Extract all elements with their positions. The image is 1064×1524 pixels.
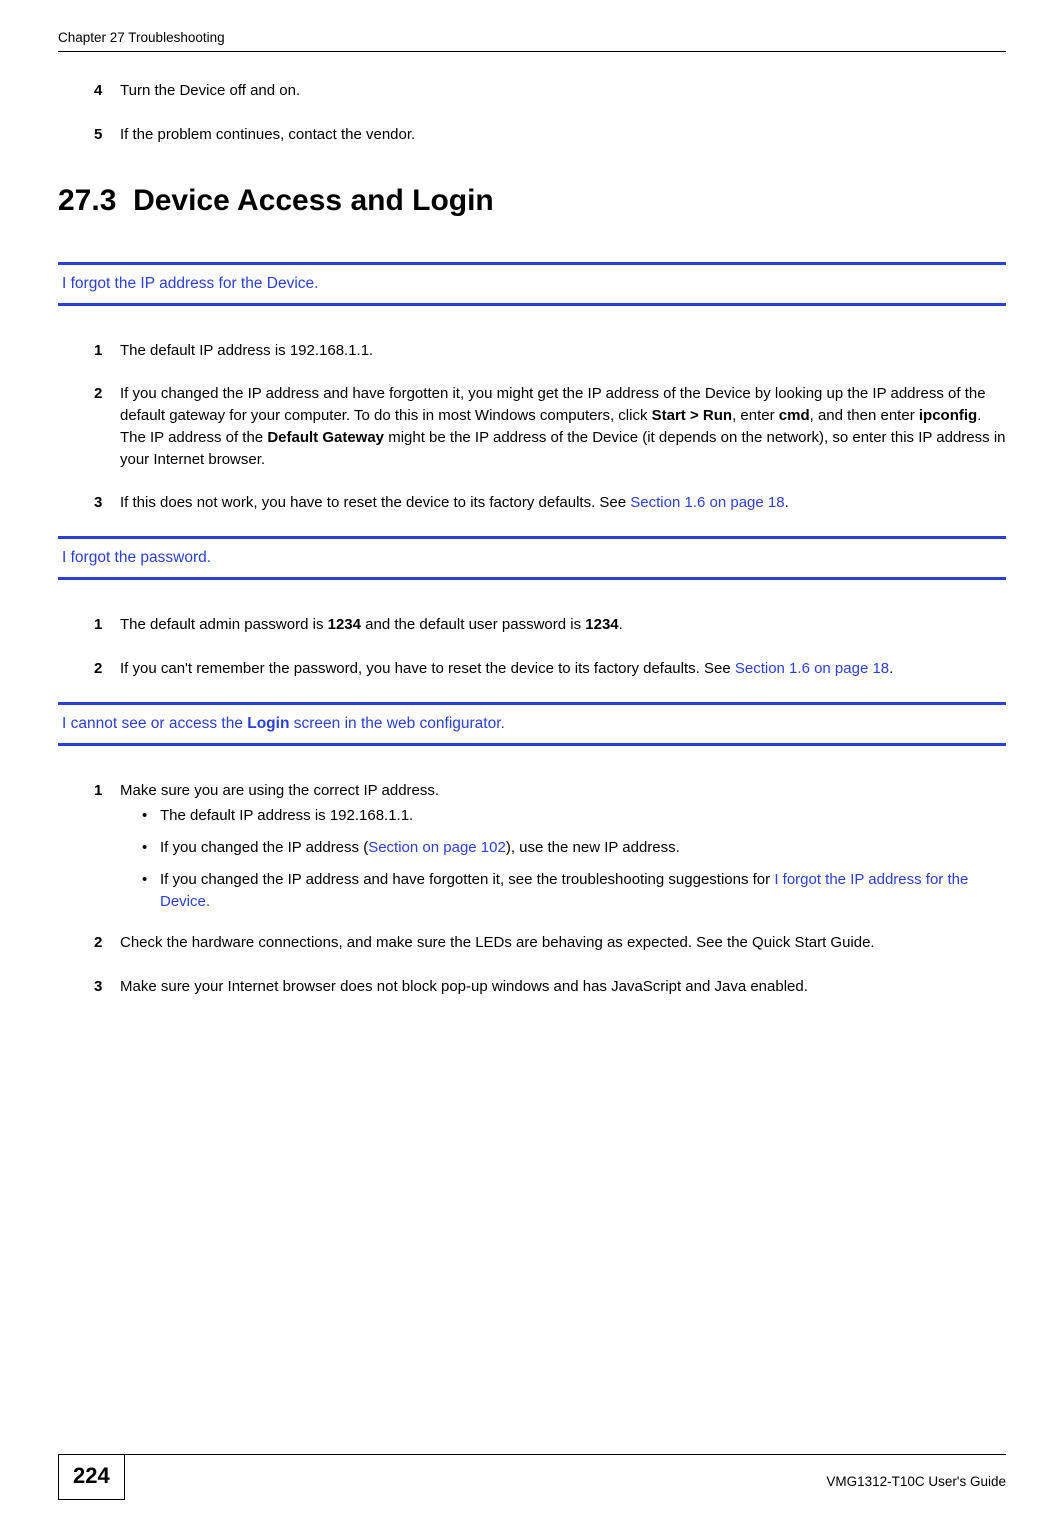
step-number: 5 <box>94 124 120 146</box>
bullet-icon: • <box>142 805 160 827</box>
bold-text: cmd <box>779 407 810 424</box>
list-item: 3 Make sure your Internet browser does n… <box>94 976 1006 998</box>
topic-rule <box>58 536 1006 539</box>
topic-rule <box>58 743 1006 746</box>
section-heading: 27.3 Device Access and Login <box>58 184 1006 218</box>
list-item: 1 The default IP address is 192.168.1.1. <box>94 340 1006 362</box>
step-text: Make sure your Internet browser does not… <box>120 976 1006 998</box>
list-item: • If you changed the IP address (Section… <box>142 837 1006 859</box>
step-text: If the problem continues, contact the ve… <box>120 124 1006 146</box>
topic3-steps: 1 Make sure you are using the correct IP… <box>94 780 1006 998</box>
topic-cannot-access-login: I cannot see or access the Login screen … <box>58 702 1006 746</box>
step-number: 1 <box>94 614 120 636</box>
topic-title: I cannot see or access the Login screen … <box>62 715 1006 733</box>
section-number: 27.3 <box>58 184 116 217</box>
list-item: • If you changed the IP address and have… <box>142 869 1006 913</box>
step-text: Make sure you are using the correct IP a… <box>120 780 1006 923</box>
step-text: The default IP address is 192.168.1.1. <box>120 340 1006 362</box>
list-item: 2 If you changed the IP address and have… <box>94 383 1006 470</box>
topic-title: I forgot the password. <box>62 549 1006 567</box>
cross-reference-link[interactable]: Section 1.6 on page 18 <box>735 660 889 677</box>
header-rule <box>58 51 1006 52</box>
step-number: 3 <box>94 976 120 998</box>
bullet-text: If you changed the IP address (Section o… <box>160 837 1006 859</box>
topic-forgot-ip: I forgot the IP address for the Device. <box>58 262 1006 306</box>
topic-rule <box>58 262 1006 265</box>
topic-rule <box>58 702 1006 705</box>
bullet-text: The default IP address is 192.168.1.1. <box>160 805 1006 827</box>
bold-text: ipconfig <box>919 407 977 424</box>
page-header: Chapter 27 Troubleshooting <box>58 30 1006 45</box>
step-text: If this does not work, you have to reset… <box>120 492 1006 514</box>
step-number: 1 <box>94 780 120 923</box>
footer-row: 224 VMG1312-T10C User's Guide <box>58 1455 1006 1500</box>
cross-reference-link[interactable]: Section on page 102 <box>368 839 506 856</box>
bullet-icon: • <box>142 837 160 859</box>
page-footer: 224 VMG1312-T10C User's Guide <box>0 1454 1064 1500</box>
bullet-icon: • <box>142 869 160 913</box>
bullet-list: • The default IP address is 192.168.1.1.… <box>142 805 1006 912</box>
list-item: • The default IP address is 192.168.1.1. <box>142 805 1006 827</box>
topic-rule <box>58 577 1006 580</box>
list-item: 2 Check the hardware connections, and ma… <box>94 932 1006 954</box>
section-title-text: Device Access and Login <box>133 184 494 217</box>
page: Chapter 27 Troubleshooting 4 Turn the De… <box>0 0 1064 1524</box>
bold-text: Login <box>247 715 289 732</box>
list-item: 5 If the problem continues, contact the … <box>94 124 1006 146</box>
topic-forgot-password: I forgot the password. <box>58 536 1006 580</box>
step-number: 1 <box>94 340 120 362</box>
bold-text: Start > Run <box>652 407 732 424</box>
step-text: Check the hardware connections, and make… <box>120 932 1006 954</box>
list-item: 4 Turn the Device off and on. <box>94 80 1006 102</box>
step-number: 4 <box>94 80 120 102</box>
step-number: 3 <box>94 492 120 514</box>
cross-reference-link[interactable]: Section 1.6 on page 18 <box>630 494 784 511</box>
step-number: 2 <box>94 383 120 470</box>
footer-guide-name: VMG1312-T10C User's Guide <box>125 1466 1006 1489</box>
step-text: Turn the Device off and on. <box>120 80 1006 102</box>
topic1-steps: 1 The default IP address is 192.168.1.1.… <box>94 340 1006 515</box>
topic-title: I forgot the IP address for the Device. <box>62 275 1006 293</box>
bold-text: Default Gateway <box>267 429 384 446</box>
bold-text: 1234 <box>328 616 361 633</box>
header-chapter: Chapter 27 Troubleshooting <box>58 30 225 45</box>
step-text: The default admin password is 1234 and t… <box>120 614 1006 636</box>
list-item: 1 Make sure you are using the correct IP… <box>94 780 1006 923</box>
step-text: If you can't remember the password, you … <box>120 658 1006 680</box>
list-item: 1 The default admin password is 1234 and… <box>94 614 1006 636</box>
step-text: If you changed the IP address and have f… <box>120 383 1006 470</box>
list-item: 2 If you can't remember the password, yo… <box>94 658 1006 680</box>
page-number: 224 <box>58 1455 125 1500</box>
list-item: 3 If this does not work, you have to res… <box>94 492 1006 514</box>
topic-rule <box>58 303 1006 306</box>
step-number: 2 <box>94 932 120 954</box>
bold-text: 1234 <box>585 616 618 633</box>
bullet-text: If you changed the IP address and have f… <box>160 869 1006 913</box>
top-step-list: 4 Turn the Device off and on. 5 If the p… <box>94 80 1006 146</box>
topic2-steps: 1 The default admin password is 1234 and… <box>94 614 1006 680</box>
step-number: 2 <box>94 658 120 680</box>
